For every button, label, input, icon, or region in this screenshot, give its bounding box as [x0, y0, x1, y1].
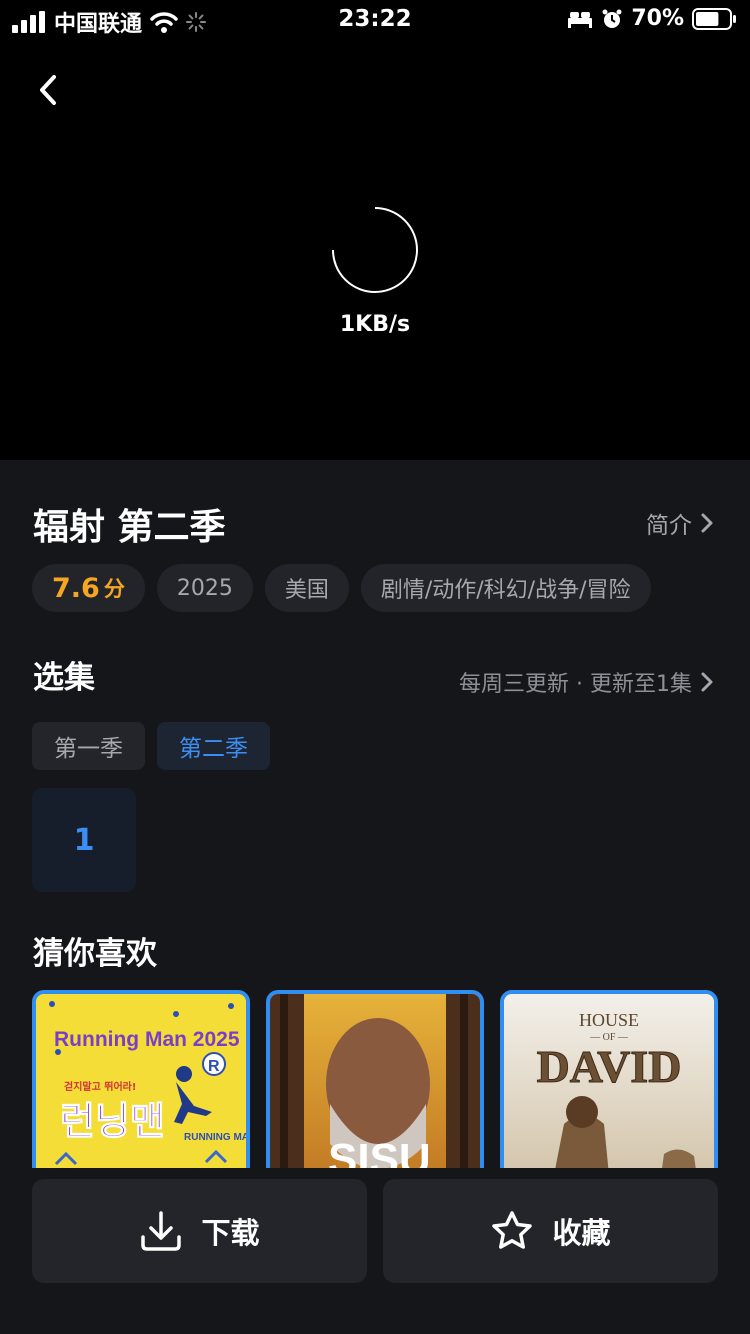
chevron-right-icon [701, 513, 713, 533]
download-label: 下载 [201, 1216, 260, 1250]
battery-icon [692, 7, 736, 30]
genre-tag: 剧情/动作/科幻/战争/冒险 [360, 564, 651, 612]
tab-season-1[interactable]: 第一季 [32, 722, 145, 770]
status-bar: 中国联通 23:22 70% [0, 0, 750, 40]
poster-image: HOUSE — OF — DAVID [504, 994, 714, 1168]
score-value: 7.6 [52, 572, 100, 604]
update-info-text: 每周三更新 · 更新至1集 [459, 672, 692, 697]
battery-percent: 70% [631, 6, 684, 31]
poster-title-ko: 런닝맨 [60, 1099, 165, 1143]
episodes-section-title: 选集 [33, 660, 95, 696]
recommend-item[interactable]: Running Man 2025 R 걷지말고 뛰어라! 런닝맨 RUNNING… [32, 990, 250, 1168]
poster-title: SISU [328, 1135, 431, 1168]
poster-badge: R [208, 1058, 220, 1075]
intro-label: 简介 [646, 513, 692, 539]
poster-title-en: Running Man 2025 [54, 1028, 240, 1051]
download-speed: 1KB/s [339, 312, 411, 337]
score-badge: 7.6 分 [32, 564, 145, 612]
alarm-icon [602, 9, 622, 28]
poster-tagline: 걷지말고 뛰어라! [64, 1080, 136, 1093]
score-unit: 分 [103, 577, 125, 601]
poster-image: SISU [270, 994, 480, 1168]
collect-button[interactable]: 收藏 [383, 1179, 718, 1283]
year-tag: 2025 [156, 564, 253, 612]
poster-logo: RUNNING MAN [184, 1132, 246, 1143]
bottom-action-bar: 下载 收藏 [0, 1168, 750, 1334]
tab-season-2[interactable]: 第二季 [157, 722, 270, 770]
region-tag: 美国 [264, 564, 349, 612]
download-icon [141, 1211, 182, 1251]
chevron-right-icon [701, 672, 713, 692]
episode-button-1[interactable]: 1 [32, 788, 136, 892]
chevron-left-icon [40, 75, 56, 105]
recommend-item[interactable]: SISU [266, 990, 484, 1168]
intro-link[interactable]: 简介 [646, 506, 714, 540]
recommend-item[interactable]: HOUSE — OF — DAVID [500, 990, 718, 1168]
back-button[interactable] [28, 70, 68, 110]
download-button[interactable]: 下载 [32, 1179, 367, 1283]
poster-image: Running Man 2025 R 걷지말고 뛰어라! 런닝맨 RUNNING… [36, 994, 246, 1168]
loading-spinner-icon [332, 207, 418, 293]
recommend-list: Running Man 2025 R 걷지말고 뛰어라! 런닝맨 RUNNING… [32, 990, 718, 1168]
star-icon [492, 1211, 533, 1249]
collect-label: 收藏 [552, 1216, 611, 1250]
show-title: 辐射 第二季 [33, 507, 226, 548]
update-info-link[interactable]: 每周三更新 · 更新至1集 [459, 666, 714, 698]
recommend-section-title: 猜你喜欢 [33, 936, 157, 972]
video-player[interactable]: 中国联通 23:22 70% 1KB/s [0, 0, 750, 460]
poster-title-main: DAVID [537, 1041, 682, 1092]
poster-title-top: HOUSE [579, 1010, 639, 1030]
tag-list: 7.6 分 2025 美国 剧情/动作/科幻/战争/冒险 [32, 564, 651, 612]
bed-icon [568, 11, 593, 28]
season-tabs: 第一季 第二季 [32, 722, 270, 770]
